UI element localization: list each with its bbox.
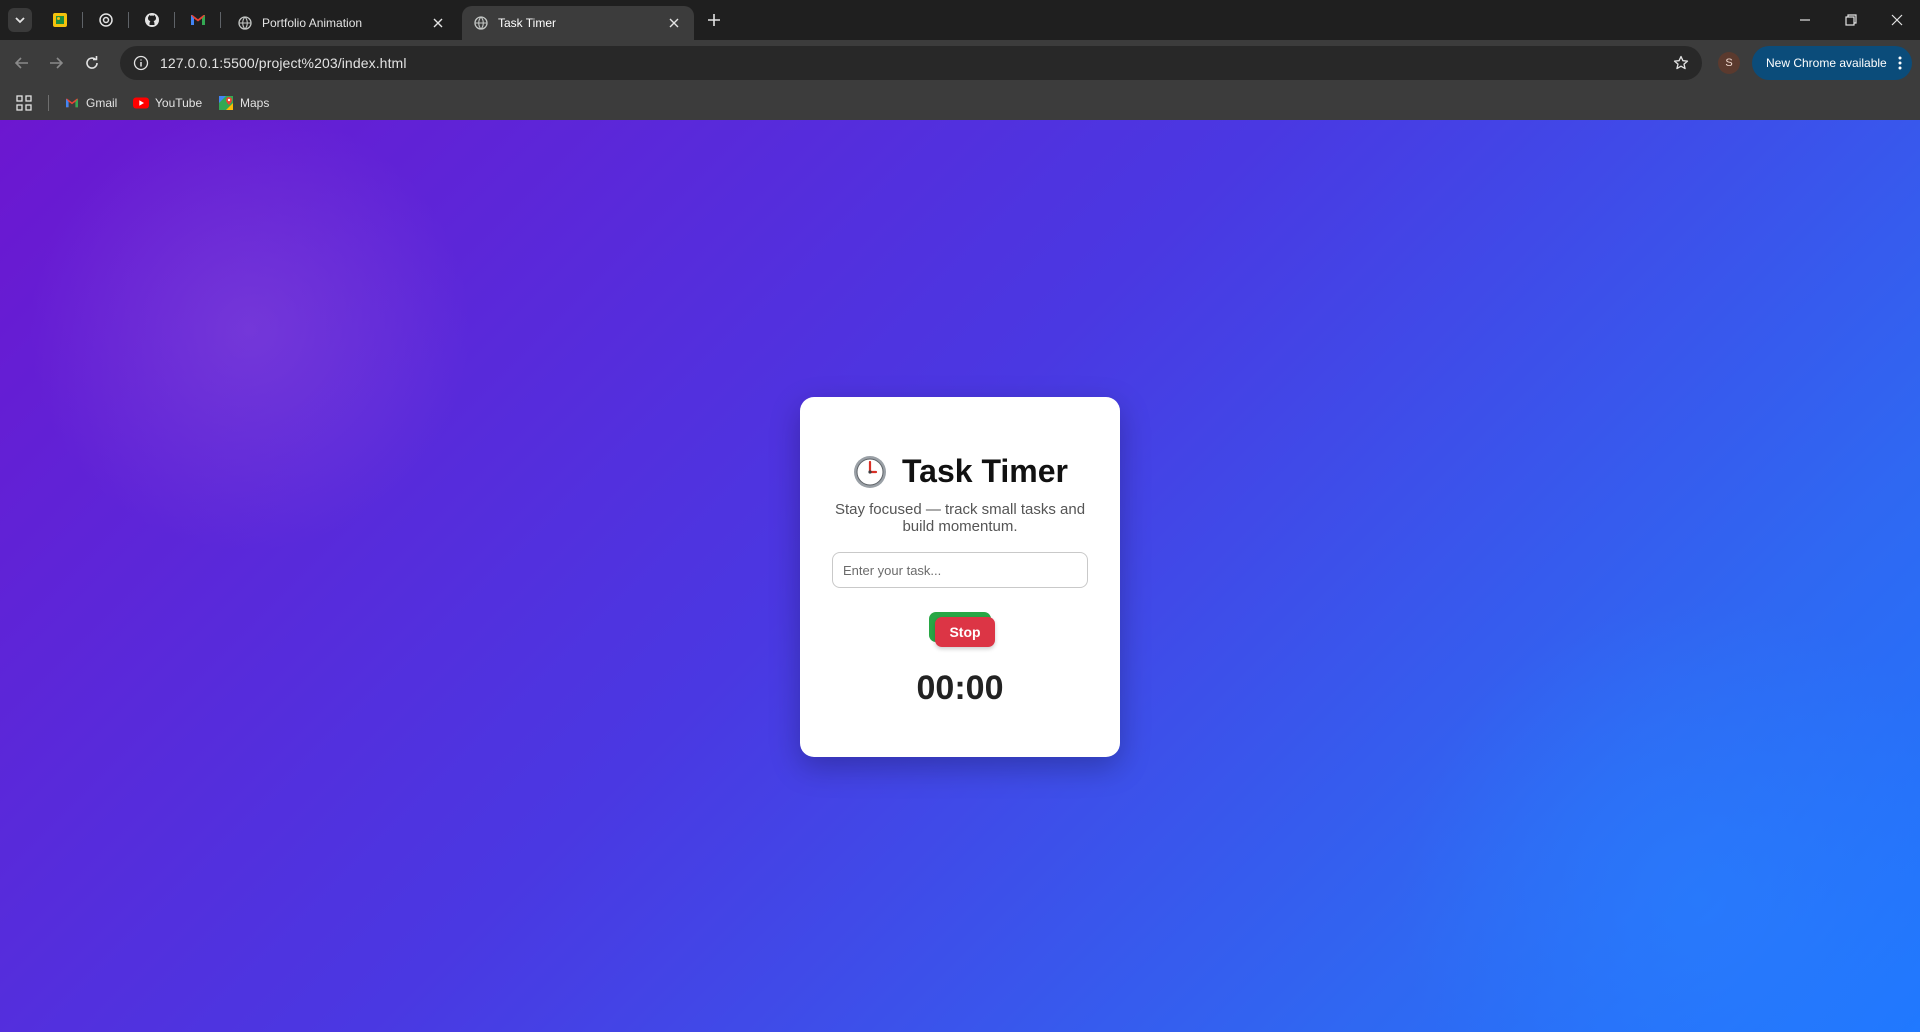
title-text: Task Timer xyxy=(901,453,1068,489)
pinned-tab-gmail[interactable] xyxy=(180,8,216,32)
reload-icon xyxy=(86,56,98,69)
restore-icon xyxy=(1845,14,1857,26)
tab-title: Portfolio Animation xyxy=(262,16,363,30)
close-tab-icon[interactable] xyxy=(430,15,446,31)
task-input[interactable] xyxy=(832,552,1088,588)
address-bar[interactable]: 127.0.0.1:5500/project%203/index.html xyxy=(120,46,1702,80)
gmail-icon xyxy=(64,95,80,111)
apps-grid-icon[interactable] xyxy=(16,95,32,111)
clock-icon xyxy=(853,455,886,488)
bookmarks-bar: Gmail YouTube Maps xyxy=(0,86,1920,120)
browser-toolbar: 127.0.0.1:5500/project%203/index.html S … xyxy=(0,40,1920,86)
bookmark-youtube[interactable]: YouTube xyxy=(133,93,202,113)
youtube-icon xyxy=(133,95,149,111)
bookmark-gmail[interactable]: Gmail xyxy=(64,93,117,113)
update-chrome-button[interactable]: New Chrome available xyxy=(1752,46,1912,80)
minimize-icon xyxy=(1800,19,1810,21)
photos-app-icon xyxy=(53,13,67,27)
update-chrome-label: New Chrome available xyxy=(1766,56,1887,70)
new-tab-button[interactable] xyxy=(702,8,726,32)
bookmark-label: Gmail xyxy=(86,96,118,110)
close-tab-icon[interactable] xyxy=(666,15,682,31)
minimize-button[interactable] xyxy=(1782,0,1828,40)
tab-portfolio-animation[interactable]: Portfolio Animation xyxy=(226,6,458,40)
bookmark-separator xyxy=(48,95,49,111)
more-vertical-icon xyxy=(1898,56,1902,70)
openai-icon xyxy=(99,13,113,27)
reload-button[interactable] xyxy=(76,47,108,79)
subtitle: Stay focused — track small tasks and bui… xyxy=(834,501,1086,535)
url-text: 127.0.0.1:5500/project%203/index.html xyxy=(160,55,407,71)
plus-icon xyxy=(708,14,720,26)
globe-icon xyxy=(474,16,488,30)
pinned-tab-github[interactable] xyxy=(134,8,170,32)
profile-avatar[interactable]: S xyxy=(1718,52,1740,74)
back-button[interactable] xyxy=(6,47,38,79)
maps-icon xyxy=(218,95,234,111)
arrow-left-icon xyxy=(14,57,28,69)
tab-separator xyxy=(128,12,129,28)
tab-title: Task Timer xyxy=(498,16,557,30)
close-icon xyxy=(1891,14,1903,26)
pinned-tab-photos[interactable] xyxy=(42,8,78,32)
bookmark-label: YouTube xyxy=(155,96,203,110)
page-viewport: Task Timer Stay focused — track small ta… xyxy=(0,120,1920,1032)
restore-button[interactable] xyxy=(1828,0,1874,40)
timer-display: 00:00 xyxy=(916,669,1004,707)
close-window-button[interactable] xyxy=(1874,0,1920,40)
forward-button[interactable] xyxy=(40,47,72,79)
tab-task-timer[interactable]: Task Timer xyxy=(462,6,694,40)
github-icon xyxy=(145,13,159,27)
gmail-icon xyxy=(191,15,205,25)
tab-separator xyxy=(174,12,175,28)
tab-separator xyxy=(220,12,221,28)
bookmark-maps[interactable]: Maps xyxy=(218,93,269,113)
bookmark-label: Maps xyxy=(240,96,270,110)
stop-button[interactable]: Stop xyxy=(935,617,995,647)
site-info-icon[interactable] xyxy=(130,52,152,74)
tab-search-button[interactable] xyxy=(8,8,32,32)
globe-icon xyxy=(238,16,252,30)
page-title: Task Timer xyxy=(800,453,1120,490)
bookmark-star-icon[interactable] xyxy=(1670,52,1692,74)
task-timer-card: Task Timer Stay focused — track small ta… xyxy=(800,397,1120,757)
chevron-down-icon xyxy=(15,17,25,24)
arrow-right-icon xyxy=(50,57,64,69)
tab-separator xyxy=(82,12,83,28)
tab-strip: Portfolio Animation Task Timer xyxy=(0,0,1920,40)
pinned-tab-openai[interactable] xyxy=(88,8,124,32)
